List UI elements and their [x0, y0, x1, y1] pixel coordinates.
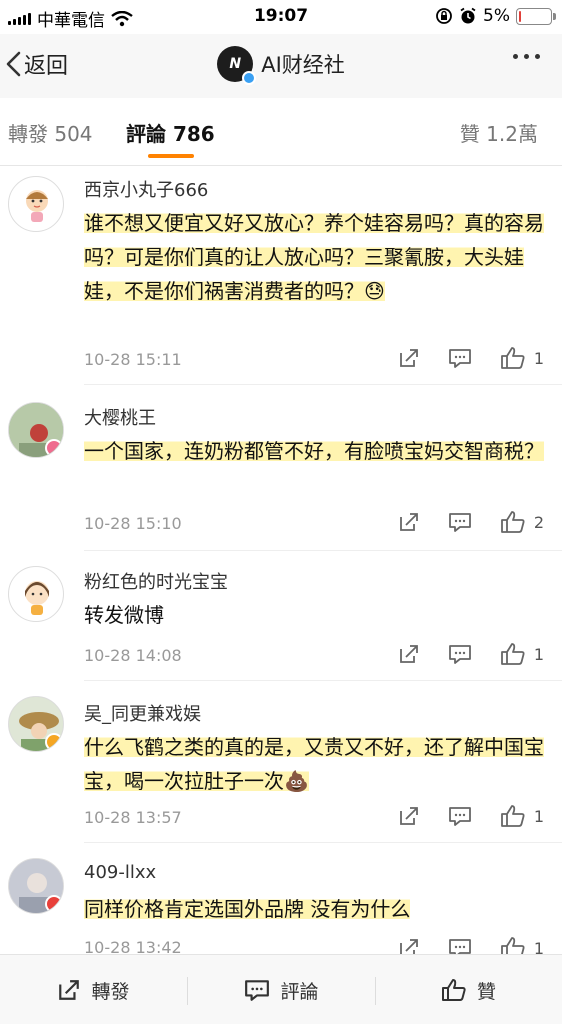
battery-fill	[519, 10, 521, 22]
comment-text-content: 谁不想又便宜又好又放心？养个娃容易吗？真的容易吗？可是你们真的让人放心吗？三聚氰…	[84, 211, 544, 303]
like-icon[interactable]	[500, 510, 526, 534]
repost-label: 轉發	[91, 980, 130, 1003]
comment-username[interactable]: 粉红色的时光宝宝	[84, 568, 228, 594]
orientation-lock-icon	[436, 8, 452, 24]
comment-text-content: 一个国家，连奶粉都管不好，有脸喷宝妈交智商税？	[84, 439, 544, 463]
divider	[84, 550, 562, 551]
comment-text-content: 转发微博	[84, 603, 164, 627]
comment-username[interactable]: 西京小丸子666	[84, 176, 208, 202]
status-bar: 中華電信 19:07 5%	[0, 0, 562, 34]
comment-item: 粉红色的时光宝宝 转发微博 10-28 14:08 1	[0, 554, 562, 682]
comment-text: 一个国家，连奶粉都管不好，有脸喷宝妈交智商税？	[84, 434, 544, 468]
like-count: 1	[533, 644, 544, 664]
comment-actions: 1	[398, 804, 544, 828]
alarm-icon	[460, 7, 476, 24]
vip-badge	[45, 439, 63, 457]
vip-badge	[45, 733, 63, 751]
more-icon[interactable]	[513, 54, 540, 59]
comment-icon[interactable]	[448, 511, 472, 533]
comment-text: 什么飞鹤之类的真的是，又贵又不好，还了解中国宝宝，喝一次拉肚子一次💩	[84, 730, 544, 798]
comment-item: 西京小丸子666 谁不想又便宜又好又放心？养个娃容易吗？真的容易吗？可是你们真的…	[0, 166, 562, 388]
avatar[interactable]	[8, 858, 64, 914]
battery-icon	[516, 7, 556, 25]
comment-text: 同样价格肯定选国外品牌 没有为什么	[84, 892, 544, 926]
nav-center[interactable]: N AI财经社	[0, 46, 562, 85]
like-icon[interactable]	[500, 346, 526, 370]
nav-bar: 返回 N AI财经社	[0, 34, 562, 98]
like-icon	[441, 979, 466, 1001]
avatar[interactable]	[8, 402, 64, 458]
avatar[interactable]	[8, 176, 64, 232]
page-title: AI财经社	[261, 53, 345, 77]
share-icon[interactable]	[398, 511, 420, 533]
comment-item: 吴_同更兼戏娱 什么飞鹤之类的真的是，又贵又不好，还了解中国宝宝，喝一次拉肚子一…	[0, 682, 562, 844]
comment-text: 转发微博	[84, 598, 544, 632]
avatar[interactable]	[8, 696, 64, 752]
comment-button[interactable]: 評論	[188, 955, 375, 1024]
comment-username[interactable]: 409-llxx	[84, 862, 156, 883]
verified-badge	[242, 71, 257, 85]
comment-icon	[245, 980, 270, 1001]
like-count: 2	[533, 512, 544, 532]
comment-actions: 1	[398, 346, 544, 370]
comment-actions: 2	[398, 510, 544, 534]
share-icon[interactable]	[398, 643, 420, 665]
comment-text: 谁不想又便宜又好又放心？养个娃容易吗？真的容易吗？可是你们真的让人放心吗？三聚氰…	[84, 206, 544, 308]
comment-icon[interactable]	[448, 643, 472, 665]
tab-bar: 轉發 504 評論 786 贊 1.2萬	[0, 98, 562, 166]
comment-text-content: 同样价格肯定选国外品牌 没有为什么	[84, 897, 411, 921]
comment-time: 10-28 15:11	[84, 350, 182, 369]
tab-repost[interactable]: 轉發 504	[8, 118, 93, 147]
avatar[interactable]	[8, 566, 64, 622]
comment-username[interactable]: 吴_同更兼戏娱	[84, 700, 201, 726]
like-count: 1	[533, 806, 544, 826]
vip-badge	[45, 895, 63, 913]
cartoon-avatar-image	[26, 190, 48, 222]
divider	[84, 680, 562, 681]
bottom-action-bar: 轉發 評論 贊	[0, 954, 562, 1024]
comment-time: 10-28 14:08	[84, 646, 182, 665]
comment-username[interactable]: 大樱桃王	[84, 404, 156, 430]
repost-button[interactable]: 轉發	[0, 955, 187, 1024]
comment-time: 10-28 15:10	[84, 514, 182, 533]
like-button[interactable]: 贊	[375, 955, 562, 1024]
active-tab-indicator	[148, 154, 194, 158]
comment-item: 大樱桃王 一个国家，连奶粉都管不好，有脸喷宝妈交智商税？ 10-28 15:10…	[0, 388, 562, 554]
share-icon[interactable]	[398, 805, 420, 827]
logo-text: N	[229, 56, 242, 72]
divider	[84, 842, 562, 843]
account-avatar[interactable]: N	[217, 46, 257, 85]
tab-like[interactable]: 贊 1.2萬	[460, 118, 538, 147]
cartoon-avatar-image	[25, 581, 49, 615]
like-label: 贊	[476, 980, 496, 1003]
like-icon[interactable]	[500, 804, 526, 828]
share-icon[interactable]	[398, 347, 420, 369]
comment-icon[interactable]	[448, 805, 472, 827]
share-icon	[59, 980, 80, 1000]
status-right: 5%	[435, 6, 556, 26]
comment-item: 409-llxx 同样价格肯定选国外品牌 没有为什么 10-28 13:42 1	[0, 844, 562, 959]
comment-label: 評論	[280, 980, 319, 1003]
battery-percent: 5%	[483, 6, 510, 26]
like-count: 1	[533, 348, 544, 368]
comment-text-content: 什么飞鹤之类的真的是，又贵又不好，还了解中国宝宝，喝一次拉肚子一次💩	[84, 735, 544, 793]
divider	[84, 384, 562, 385]
like-icon[interactable]	[500, 642, 526, 666]
comment-icon[interactable]	[448, 347, 472, 369]
comment-actions: 1	[398, 642, 544, 666]
tab-comment[interactable]: 評論 786	[126, 118, 215, 147]
comment-time: 10-28 13:57	[84, 808, 182, 827]
